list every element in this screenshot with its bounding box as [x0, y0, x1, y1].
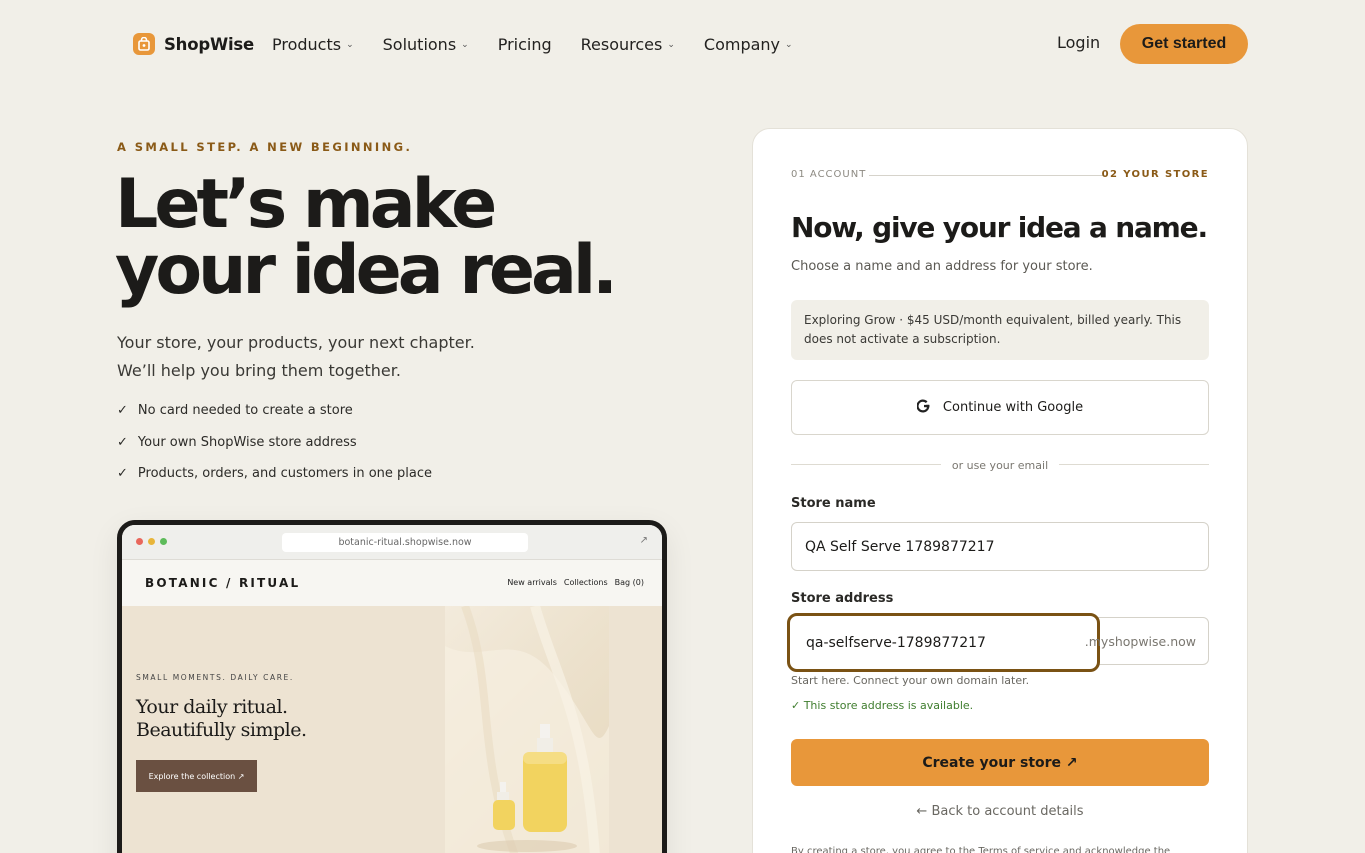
step-divider	[869, 175, 1106, 176]
card-subtitle: Choose a name and an address for your st…	[791, 259, 1093, 274]
benefit-item: ✓ No card needed to create a store	[117, 403, 432, 435]
legal-text: By creating a store, you agree to the Te…	[791, 846, 1171, 853]
store-address-input[interactable]	[787, 613, 1100, 672]
headline-line: Let’s make	[115, 165, 497, 244]
minimize-dot-icon	[148, 538, 155, 545]
google-button-label: Continue with Google	[942, 400, 1084, 415]
nav-label: Pricing	[497, 34, 552, 54]
login-link[interactable]: Login	[1057, 33, 1100, 52]
preview-url: botanic-ritual.shopwise.now	[282, 533, 528, 552]
benefits-list: ✓ No card needed to create a store ✓ Your …	[117, 403, 432, 498]
product-photo	[445, 606, 609, 853]
or-divider-text: or use your email	[951, 459, 1049, 472]
check-icon: ✓	[117, 466, 128, 481]
brand[interactable]: ShopWise	[133, 33, 254, 55]
nav-label: Products	[272, 34, 342, 54]
hero-headline: Let’s make your idea real.	[115, 165, 618, 310]
hero-eyebrow: A SMALL STEP. A NEW BEGINNING.	[117, 140, 413, 154]
hero-subhead: Your store, your products, your next cha…	[117, 329, 475, 385]
preview-store-header: BOTANIC / RITUAL New arrivals Collection…	[122, 560, 662, 606]
nav-company[interactable]: Company ⌄	[704, 33, 793, 55]
preview-hero: SMALL MOMENTS. DAILY CARE. Your daily ri…	[122, 606, 662, 853]
window-controls	[136, 538, 167, 545]
benefit-text: Your own ShopWise store address	[137, 434, 357, 450]
headline-line: your idea real.	[115, 231, 618, 310]
subhead-line: Your store, your products, your next cha…	[117, 333, 475, 352]
preview-store-name: BOTANIC / RITUAL	[145, 576, 301, 590]
continue-with-google-button[interactable]: Continue with Google	[791, 380, 1209, 435]
step-account: 01 ACCOUNT	[791, 169, 867, 180]
check-icon: ✓	[117, 403, 128, 418]
nav-label: Company	[703, 34, 781, 54]
preview-side-panel	[609, 606, 662, 853]
create-store-button[interactable]: Create your store ↗	[791, 739, 1209, 786]
nav-pricing[interactable]: Pricing	[498, 33, 552, 55]
preview-link: New arrivals	[507, 578, 557, 587]
external-link-icon: ↗	[639, 535, 648, 546]
subhead-line: We’ll help you bring them together.	[117, 361, 401, 380]
preview-link: Bag (0)	[614, 578, 644, 587]
back-to-account-link[interactable]: ← Back to account details	[791, 804, 1209, 819]
address-helper-text: Start here. Connect your own domain late…	[791, 674, 1030, 687]
address-availability: ✓ This store address is available.	[791, 699, 974, 712]
card-title: Now, give your idea a name.	[791, 211, 1208, 244]
nav-products[interactable]: Products ⌄	[272, 33, 354, 55]
store-preview-mockup: botanic-ritual.shopwise.now ↗ BOTANIC / …	[117, 520, 667, 853]
nav-links: Products ⌄ Solutions ⌄ Pricing Resources…	[272, 33, 793, 55]
chevron-down-icon: ⌄	[667, 39, 675, 50]
or-divider: or use your email	[791, 459, 1209, 472]
check-icon: ✓	[117, 434, 128, 450]
benefit-text: No card needed to create a store	[137, 403, 353, 418]
shopping-bag-icon	[133, 33, 155, 55]
maximize-dot-icon	[160, 538, 167, 545]
preview-title-line: Your daily ritual.	[136, 696, 288, 718]
benefit-text: Products, orders, and customers in one p…	[137, 466, 432, 481]
nav-resources[interactable]: Resources ⌄	[581, 33, 675, 55]
step-your-store: 02 YOUR STORE	[1101, 169, 1209, 180]
benefit-item: ✓ Products, orders, and customers in one …	[117, 466, 432, 498]
signup-progress: 01 ACCOUNT 02 YOUR STORE	[791, 169, 1209, 181]
store-name-label: Store name	[791, 496, 876, 511]
chevron-down-icon: ⌄	[461, 39, 469, 50]
divider-line	[1059, 464, 1209, 465]
brand-name: ShopWise	[164, 34, 255, 54]
chevron-down-icon: ⌄	[785, 39, 793, 50]
nav-label: Solutions	[382, 34, 457, 54]
top-nav: ShopWise Products ⌄ Solutions ⌄ Pricing …	[0, 0, 1365, 88]
google-icon	[916, 398, 931, 417]
plan-note: Exploring Grow · $45 USD/month equivalen…	[791, 300, 1209, 360]
store-address-label: Store address	[791, 591, 894, 606]
close-dot-icon	[136, 538, 143, 545]
preview-title: Your daily ritual. Beautifully simple.	[136, 696, 307, 742]
store-name-input[interactable]	[791, 522, 1209, 571]
nav-label: Resources	[580, 34, 663, 54]
preview-title-line: Beautifully simple.	[136, 719, 307, 741]
preview-link: Collections	[563, 578, 608, 587]
get-started-button[interactable]: Get started	[1120, 24, 1248, 64]
preview-explore-button: Explore the collection ↗	[136, 760, 257, 792]
store-address-field: .myshopwise.now	[787, 613, 1209, 672]
nav-solutions[interactable]: Solutions ⌄	[383, 33, 469, 55]
chevron-down-icon: ⌄	[346, 39, 354, 50]
preview-eyebrow: SMALL MOMENTS. DAILY CARE.	[136, 673, 294, 682]
browser-bar: botanic-ritual.shopwise.now ↗	[122, 525, 662, 560]
address-domain-suffix: .myshopwise.now	[1084, 634, 1196, 649]
store-setup-card: 01 ACCOUNT 02 YOUR STORE Now, give your …	[752, 128, 1248, 853]
benefit-item: ✓ Your own ShopWise store address	[117, 435, 432, 467]
preview-store-links: New arrivals Collections Bag (0)	[507, 578, 644, 587]
